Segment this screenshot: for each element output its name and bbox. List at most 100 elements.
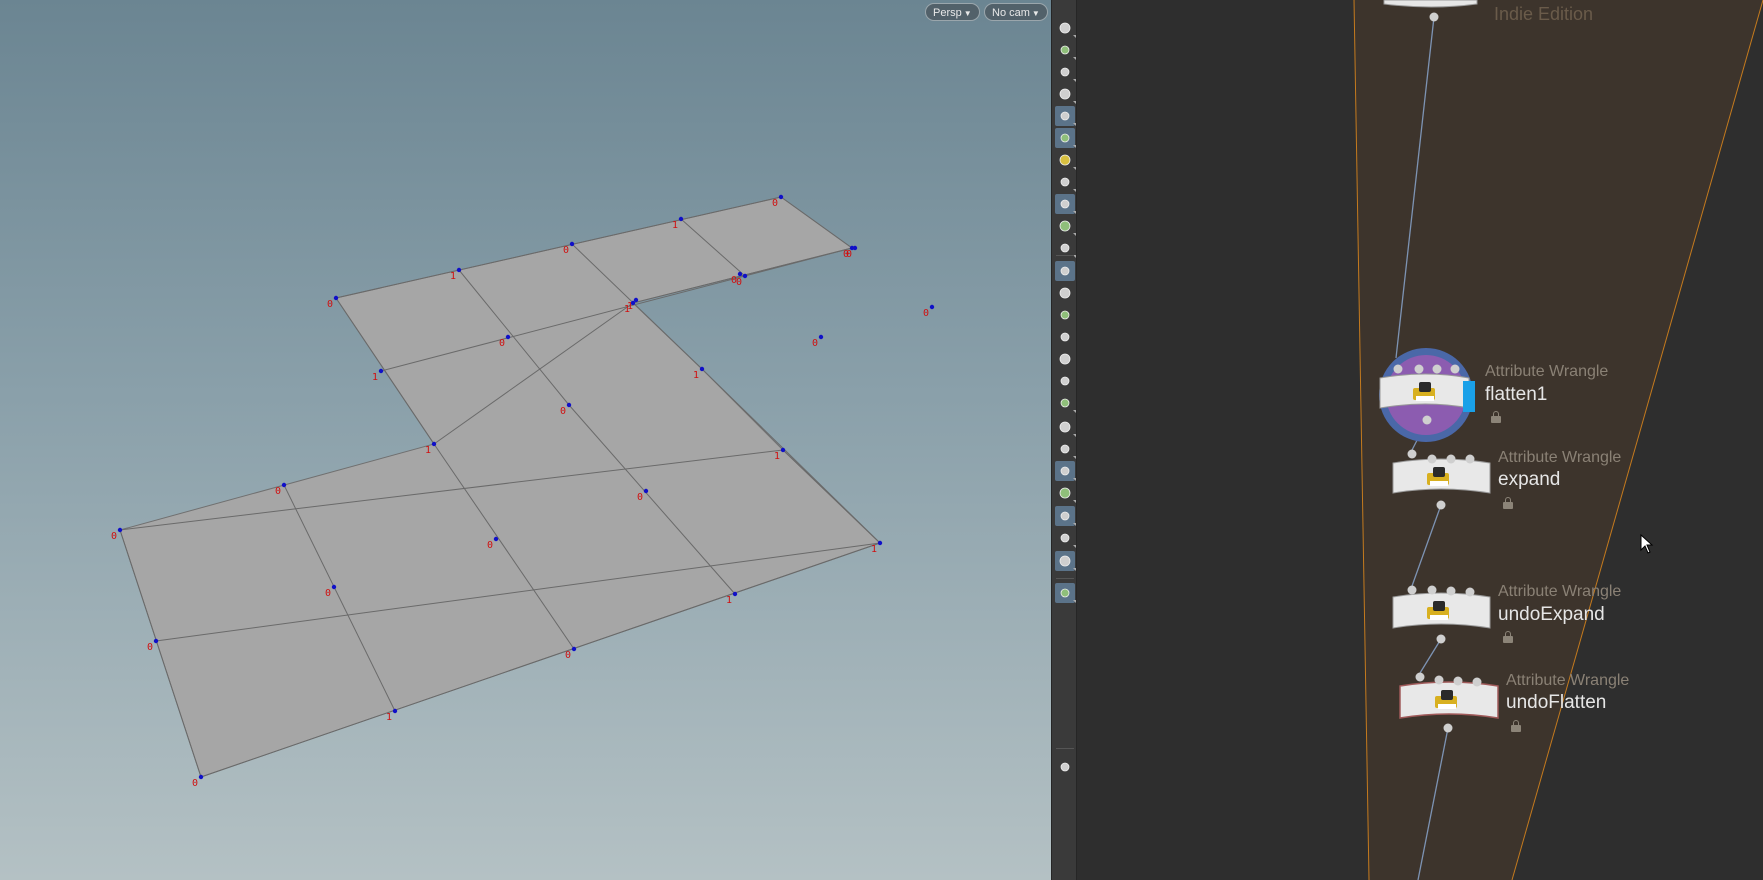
- point-attribute-label: 0: [565, 650, 571, 661]
- headlight-icon[interactable]: [1055, 150, 1076, 170]
- point-attribute-label: 0: [147, 642, 153, 653]
- grid-point: [505, 334, 511, 340]
- grid-point: [493, 536, 499, 542]
- grid-point: [331, 584, 337, 590]
- point-attribute-label: 1: [627, 301, 633, 312]
- node-name-label[interactable]: undoExpand: [1498, 604, 1605, 626]
- info-icon[interactable]: [1055, 757, 1075, 777]
- grid-point: [818, 334, 824, 340]
- grid-point: [566, 402, 572, 408]
- grid-point: [431, 441, 437, 447]
- camera-icon[interactable]: [1055, 216, 1076, 236]
- select-icon[interactable]: [1055, 506, 1076, 526]
- node-type-label: Attribute Wrangle: [1498, 449, 1622, 466]
- point-attribute-label: 0: [487, 540, 493, 551]
- node-name-label[interactable]: expand: [1498, 469, 1560, 491]
- network-canvas: [1353, 0, 1763, 880]
- lock-icon[interactable]: [1511, 720, 1521, 732]
- edge-display-icon[interactable]: [1055, 305, 1075, 325]
- point-attribute-label: 1: [693, 370, 699, 381]
- shading-icon[interactable]: [1055, 106, 1076, 126]
- display-options-icon[interactable]: [1055, 40, 1076, 60]
- point-attribute-label: 1: [871, 544, 877, 555]
- point-attribute-label: 1: [450, 271, 456, 282]
- grid-point: [281, 482, 287, 488]
- light-icon[interactable]: [1055, 128, 1076, 148]
- point-attribute-label: 1: [425, 445, 431, 456]
- pin-icon[interactable]: [1055, 583, 1076, 603]
- point-attribute-label: 0: [560, 406, 566, 417]
- point-attribute-label: 0: [637, 492, 643, 503]
- render-display-icon[interactable]: [1055, 194, 1076, 214]
- grid-point: [780, 447, 786, 453]
- grid-point: [333, 295, 339, 301]
- lock-icon[interactable]: [1491, 411, 1501, 423]
- point-display-icon[interactable]: [1055, 261, 1075, 281]
- xray-icon[interactable]: [1055, 84, 1076, 104]
- grid-surface: [119, 196, 881, 778]
- grid-point: [742, 273, 748, 279]
- chevron-down-icon: ▼: [963, 9, 972, 18]
- point-attribute-label: 0: [812, 338, 818, 349]
- display-toolbar: [1051, 0, 1077, 880]
- node-name-label[interactable]: flatten1: [1485, 384, 1547, 406]
- snapping-icon[interactable]: [1055, 461, 1076, 481]
- uv-icon[interactable]: [1055, 393, 1076, 413]
- point-attribute-label: 1: [726, 595, 732, 606]
- grid-point: [569, 241, 575, 247]
- network-editor[interactable]: Indie Edition Attribute Wrangle flatten1…: [1082, 0, 1763, 880]
- scene-viewport[interactable]: 010101010010100001000010101010 Persp ▼ No…: [0, 0, 1051, 880]
- lock-icon[interactable]: [1055, 62, 1076, 82]
- lock-icon[interactable]: [1503, 497, 1513, 509]
- perspective-menu-button[interactable]: Persp ▼: [925, 3, 980, 21]
- point-attribute-label: 1: [372, 372, 378, 383]
- skeleton-icon[interactable]: [1055, 172, 1076, 192]
- point-attribute-label: 1: [672, 220, 678, 231]
- display-flag[interactable]: [1463, 381, 1475, 412]
- grid-point: [633, 297, 639, 303]
- point-attribute-label: 0: [846, 249, 852, 260]
- brush-icon[interactable]: [1055, 417, 1076, 437]
- node-output-connector[interactable]: [1429, 12, 1439, 22]
- camera-label: No cam: [992, 7, 1030, 19]
- grid-point: [571, 646, 577, 652]
- chevron-down-icon: ▼: [1031, 9, 1040, 18]
- node-type-label: Attribute Wrangle: [1506, 672, 1630, 689]
- grid-point: [929, 304, 935, 310]
- node-type-label: Attribute Wrangle: [1485, 363, 1609, 380]
- persist-icon[interactable]: [1055, 528, 1076, 548]
- geometry-grid: 010101010010100001000010101010: [111, 194, 935, 789]
- grid-point: [198, 774, 204, 780]
- edition-watermark: Indie Edition: [1494, 4, 1594, 24]
- point-attribute-label: 0: [772, 198, 778, 209]
- grid-point: [699, 366, 705, 372]
- primitive-number-icon[interactable]: [1055, 371, 1075, 391]
- point-number-icon[interactable]: [1055, 327, 1075, 347]
- grid-point: [456, 267, 462, 273]
- point-attribute-label: 0: [327, 299, 333, 310]
- point-attribute-label: 0: [731, 275, 737, 286]
- lock-icon[interactable]: [1503, 631, 1513, 643]
- point-attribute-label: 1: [774, 451, 780, 462]
- point-attribute-label: 1: [386, 712, 392, 723]
- point-attribute-label: 0: [563, 245, 569, 256]
- texture-icon[interactable]: [1055, 439, 1076, 459]
- geometry-icon[interactable]: [1055, 483, 1076, 503]
- grid-point: [778, 194, 784, 200]
- point-attribute-label: 0: [192, 778, 198, 789]
- grid-point: [378, 368, 384, 374]
- camera-menu-button[interactable]: No cam ▼: [984, 3, 1048, 21]
- normal-display-icon[interactable]: [1055, 283, 1075, 303]
- grid-point: [877, 540, 883, 546]
- visibility-icon[interactable]: [1055, 18, 1076, 38]
- grid-point: [117, 527, 123, 533]
- background-icon[interactable]: [1055, 551, 1076, 571]
- primitive-display-icon[interactable]: [1055, 349, 1075, 369]
- grid-point: [732, 591, 738, 597]
- node-name-label[interactable]: undoFlatten: [1506, 692, 1606, 714]
- mouse-cursor-icon: [1640, 534, 1654, 554]
- toolbar-separator: [1056, 255, 1074, 256]
- node-type-label: Attribute Wrangle: [1498, 583, 1622, 600]
- grid-point: [852, 245, 858, 251]
- grid-point: [392, 708, 398, 714]
